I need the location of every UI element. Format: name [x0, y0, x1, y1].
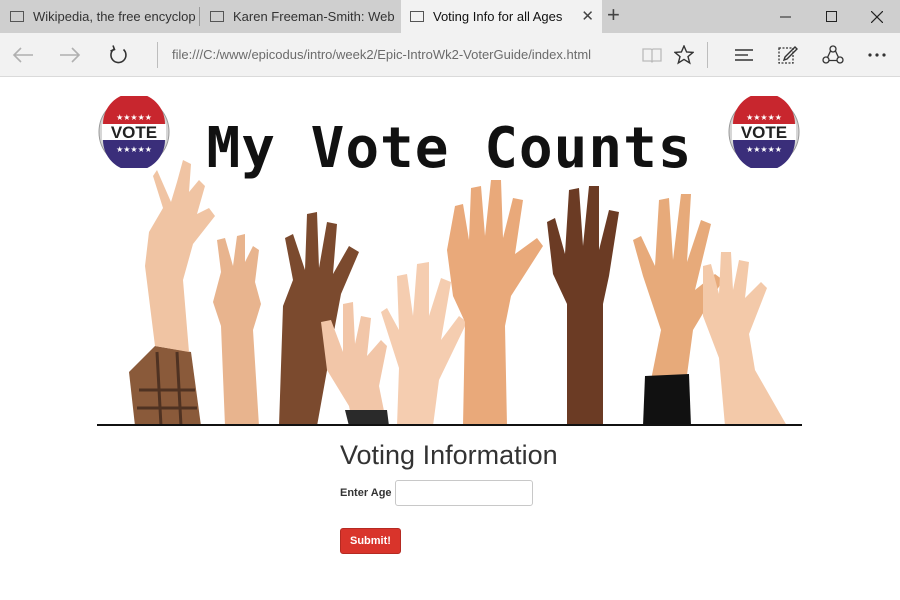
badge-text: VOTE	[111, 123, 157, 142]
reading-view-icon[interactable]	[639, 42, 665, 68]
vote-badge-icon: VOTE ★★★★★ ★★★★★	[98, 96, 170, 168]
share-icon[interactable]	[820, 42, 846, 68]
tab-karen-freeman-smith[interactable]: Karen Freeman-Smith: Web	[200, 0, 400, 33]
svg-text:★★★★★: ★★★★★	[116, 113, 152, 122]
tab-bar: Wikipedia, the free encyclop Karen Freem…	[0, 0, 900, 33]
toolbar-divider	[707, 42, 708, 68]
page-icon	[410, 11, 424, 22]
age-label: Enter Age	[340, 487, 392, 499]
address-divider	[157, 42, 158, 68]
banner-divider	[97, 424, 802, 426]
refresh-icon[interactable]	[104, 41, 134, 69]
close-tab-icon[interactable]: ✕	[581, 9, 594, 24]
svg-text:★★★★★: ★★★★★	[746, 113, 782, 122]
back-arrow-icon[interactable]	[8, 41, 38, 69]
hub-icon[interactable]	[731, 42, 757, 68]
page-icon	[10, 11, 24, 22]
svg-text:★★★★★: ★★★★★	[746, 145, 782, 154]
banner-title: My Vote Counts	[206, 116, 693, 181]
star-icon[interactable]	[671, 42, 697, 68]
forward-arrow-icon[interactable]	[55, 41, 85, 69]
tab-title: Wikipedia, the free encyclop	[33, 9, 196, 24]
tab-title: Karen Freeman-Smith: Web	[233, 9, 395, 24]
voting-form: Voting Information Enter Age Submit!	[340, 440, 740, 554]
maximize-icon[interactable]	[808, 0, 854, 33]
minimize-icon[interactable]	[762, 0, 808, 33]
badge-text: VOTE	[741, 123, 787, 142]
submit-button[interactable]: Submit!	[340, 528, 401, 554]
new-tab-icon[interactable]: +	[607, 4, 620, 26]
tab-voting-info[interactable]: Voting Info for all Ages ✕	[401, 0, 602, 33]
address-bar: file:///C:/www/epicodus/intro/week2/Epic…	[0, 33, 900, 77]
page-content: My Vote Counts VOTE ★★★★★ ★★★★★ VOTE ★★★…	[0, 78, 900, 600]
more-icon[interactable]	[864, 42, 890, 68]
vote-badge-icon: VOTE ★★★★★ ★★★★★	[728, 96, 800, 168]
age-row: Enter Age	[340, 480, 740, 506]
age-input[interactable]	[394, 480, 533, 506]
web-note-icon[interactable]	[775, 42, 801, 68]
header-banner: My Vote Counts VOTE ★★★★★ ★★★★★ VOTE ★★★…	[97, 90, 802, 426]
close-window-icon[interactable]	[854, 0, 900, 33]
tab-wikipedia[interactable]: Wikipedia, the free encyclop	[0, 0, 199, 33]
svg-text:★★★★★: ★★★★★	[116, 145, 152, 154]
url-field[interactable]: file:///C:/www/epicodus/intro/week2/Epic…	[172, 47, 591, 62]
page-heading: Voting Information	[340, 440, 558, 470]
page-icon	[210, 11, 224, 22]
tab-title: Voting Info for all Ages	[433, 9, 563, 24]
